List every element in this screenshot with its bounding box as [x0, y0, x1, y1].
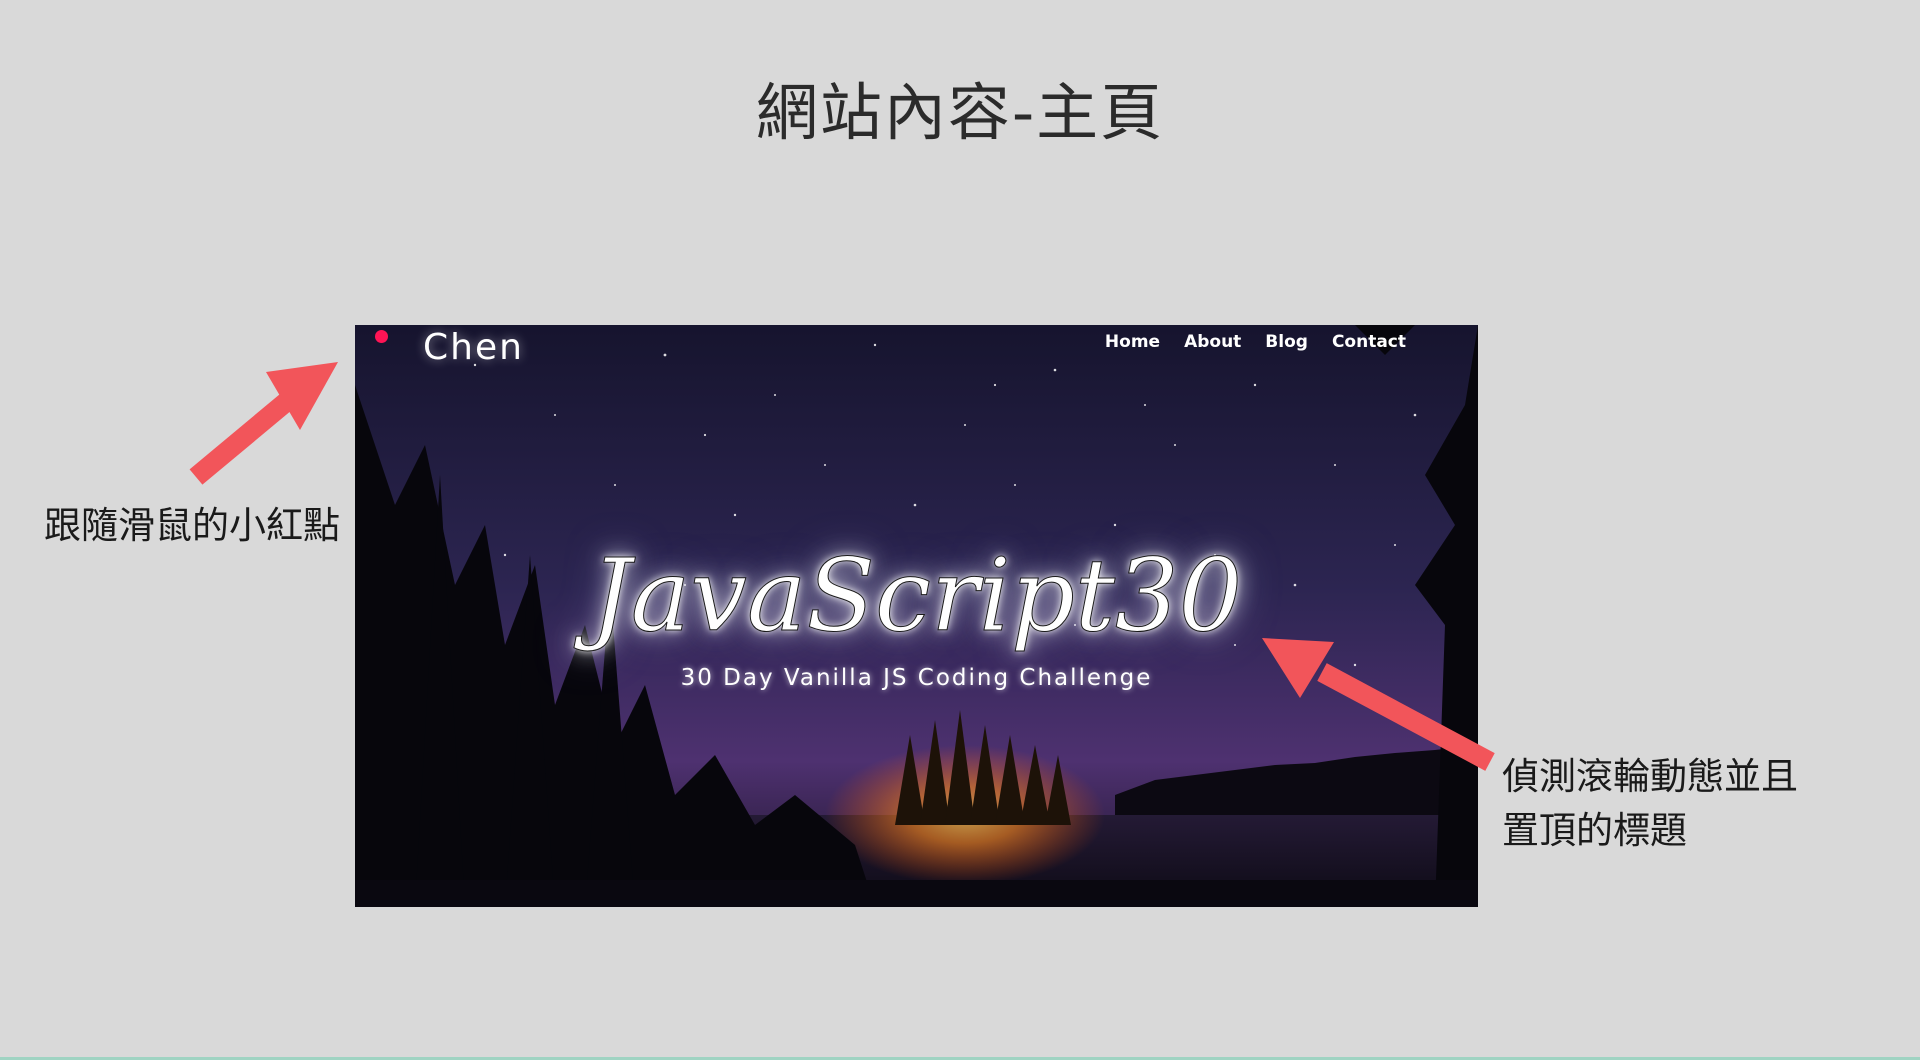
hero-subtitle: 30 Day Vanilla JS Coding Challenge: [680, 665, 1153, 691]
slide-title: 網站內容-主頁: [755, 76, 1165, 149]
hero-title: JavaScript30: [590, 537, 1243, 655]
site-logo[interactable]: Chen: [423, 327, 524, 368]
site-nav: Home About Blog Contact: [1105, 332, 1406, 352]
annotation-right-line2: 置頂的標題: [1502, 809, 1687, 852]
annotation-left: 跟隨滑鼠的小紅點: [44, 504, 340, 547]
arrow-icon: [189, 362, 338, 485]
nav-about-link[interactable]: About: [1184, 332, 1241, 352]
annotation-right-line1: 偵測滾輪動態並且: [1502, 755, 1798, 798]
nav-contact-link[interactable]: Contact: [1332, 332, 1406, 352]
slide: 網站內容-主頁 Chen Home About Blog Contact Jav…: [0, 0, 1920, 1060]
nav-home-link[interactable]: Home: [1105, 332, 1160, 352]
website-screenshot: Chen Home About Blog Contact JavaScript3…: [355, 325, 1478, 907]
red-dot-icon: [375, 330, 388, 343]
nav-blog-link[interactable]: Blog: [1265, 332, 1308, 352]
annotation-right: 偵測滾輪動態並且 置頂的標題: [1502, 750, 1798, 858]
